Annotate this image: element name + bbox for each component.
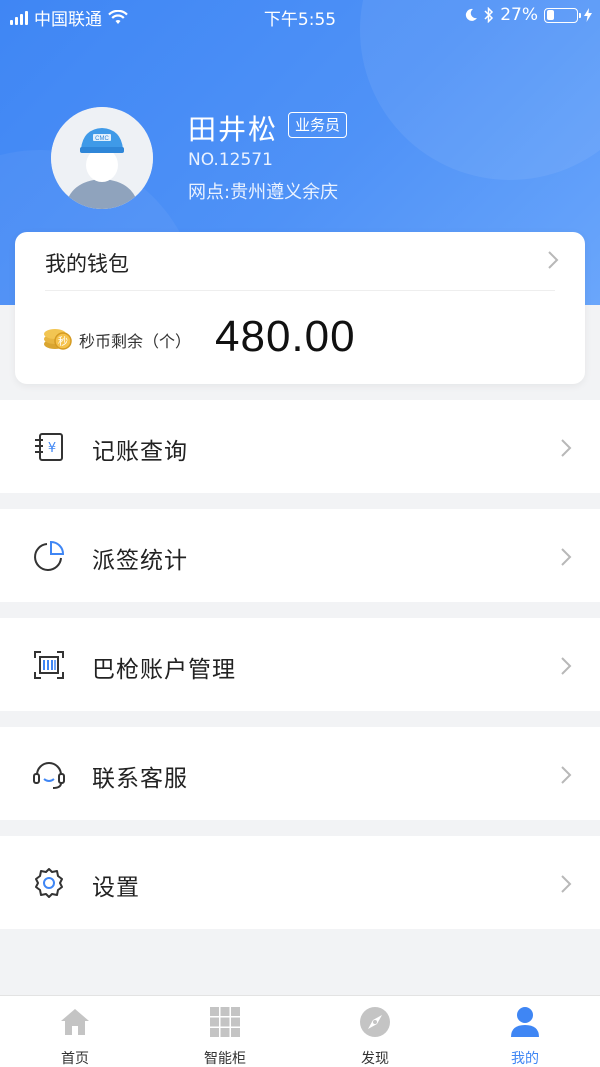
- avatar[interactable]: CMC: [51, 107, 153, 209]
- tab-label: 智能柜: [204, 1051, 246, 1067]
- cap-logo: CMC: [95, 136, 109, 142]
- menu-label: 派签统计: [92, 548, 188, 574]
- charging-icon: [584, 8, 592, 22]
- user-number: NO.12571: [188, 150, 273, 170]
- user-branch: 网点:贵州遵义余庆: [188, 182, 339, 203]
- status-bar: 中国联通 下午5:55 27%: [0, 0, 600, 32]
- avatar-person-icon: CMC: [51, 107, 153, 209]
- menu-item-customer-service[interactable]: 联系客服: [0, 727, 600, 820]
- menu-label: 联系客服: [92, 766, 188, 792]
- wallet-card[interactable]: 我的钱包 秒 秒币剩余（个） 480.00: [15, 232, 585, 384]
- gear-icon: [35, 868, 63, 898]
- coin-icon: 秒: [44, 329, 72, 350]
- tab-label: 我的: [511, 1051, 539, 1067]
- chevron-right-icon: [561, 875, 572, 893]
- moon-icon: [466, 8, 478, 21]
- menu-item-scanner-account[interactable]: 巴枪账户管理: [0, 618, 600, 711]
- chevron-right-icon: [561, 439, 572, 457]
- chevron-right-icon: [561, 548, 572, 566]
- home-icon: [61, 1009, 89, 1035]
- tab-label: 首页: [61, 1051, 89, 1067]
- tab-bar: 首页 智能柜 发现 我的: [0, 995, 600, 1067]
- svg-text:¥: ¥: [48, 441, 56, 456]
- balance-amount: 480.00: [215, 312, 356, 361]
- headset-icon: [33, 762, 65, 789]
- ledger-icon: ¥: [35, 433, 63, 461]
- balance-label: 秒币剩余（个）: [79, 332, 192, 351]
- divider: [45, 290, 555, 291]
- tab-discover[interactable]: 发现: [300, 996, 450, 1067]
- chevron-right-icon: [561, 766, 572, 784]
- tab-label: 发现: [361, 1051, 389, 1067]
- role-badge: 业务员: [288, 112, 348, 138]
- pie-chart-icon: [34, 540, 65, 571]
- locker-icon: [210, 1007, 240, 1037]
- menu-label: 记账查询: [92, 439, 188, 465]
- battery-icon: [544, 7, 581, 23]
- tab-smart-locker[interactable]: 智能柜: [150, 996, 300, 1067]
- compass-icon: [360, 1007, 390, 1037]
- chevron-right-icon: [561, 657, 572, 675]
- scanner-icon: [34, 651, 64, 679]
- menu-item-settings[interactable]: 设置: [0, 836, 600, 929]
- menu-item-dispatch-stats[interactable]: 派签统计: [0, 509, 600, 602]
- menu-label: 巴枪账户管理: [92, 657, 236, 683]
- menu-item-ledger-query[interactable]: ¥ 记账查询: [0, 400, 600, 493]
- menu-label: 设置: [92, 875, 140, 901]
- user-name: 田井松: [188, 113, 279, 146]
- person-icon: [511, 1007, 539, 1037]
- svg-text:秒: 秒: [58, 335, 68, 348]
- wallet-title: 我的钱包: [45, 252, 129, 276]
- bluetooth-icon: [484, 7, 494, 23]
- battery-percent: 27%: [500, 5, 538, 25]
- tab-home[interactable]: 首页: [0, 996, 150, 1067]
- chevron-right-icon: [548, 251, 559, 269]
- tab-me[interactable]: 我的: [450, 996, 600, 1067]
